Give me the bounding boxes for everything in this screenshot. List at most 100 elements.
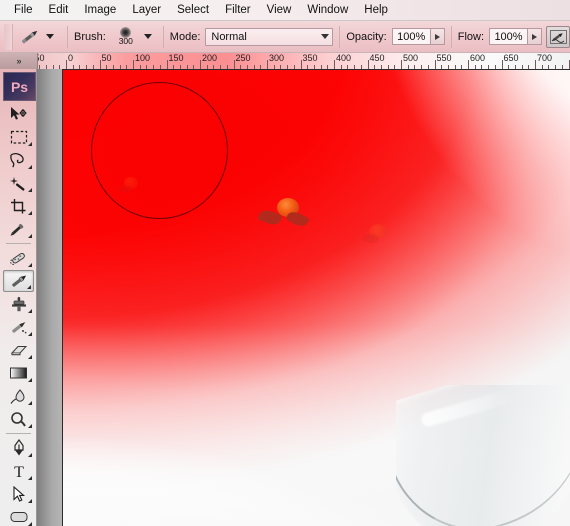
rose-ornament-faint bbox=[118, 174, 145, 196]
menu-item-file[interactable]: File bbox=[6, 0, 41, 20]
wine-glass bbox=[396, 385, 570, 526]
ruler-label: 700 bbox=[537, 53, 553, 63]
menu-item-filter[interactable]: Filter bbox=[217, 0, 259, 20]
lasso-icon bbox=[10, 152, 24, 167]
tool-blur[interactable] bbox=[3, 385, 34, 407]
rose-ornament-center bbox=[257, 198, 310, 232]
photoshop-window: File Edit Image Layer Select Filter View… bbox=[0, 0, 570, 526]
gradient-icon bbox=[10, 367, 27, 379]
ruler-label: 300 bbox=[269, 53, 285, 63]
divider-1 bbox=[67, 25, 68, 48]
flyout-triangle bbox=[28, 424, 32, 428]
crop-icon bbox=[10, 198, 25, 213]
eraser-icon bbox=[10, 345, 27, 355]
tool-type[interactable]: T bbox=[3, 460, 34, 482]
ruler-label: 0 bbox=[68, 53, 74, 63]
ruler-label: 250 bbox=[235, 53, 251, 63]
menu-item-select[interactable]: Select bbox=[169, 0, 217, 20]
rounded-rectangle-icon bbox=[10, 512, 27, 522]
ruler-label: 50 bbox=[101, 53, 112, 63]
flyout-triangle bbox=[28, 401, 32, 405]
tool-eraser[interactable] bbox=[3, 339, 34, 361]
chevron-down-icon-preset[interactable] bbox=[46, 34, 54, 39]
path-selection-arrow-icon bbox=[12, 485, 25, 502]
tool-move[interactable] bbox=[3, 103, 34, 125]
blend-mode-select[interactable]: Normal bbox=[205, 27, 334, 46]
brush-preset-preview[interactable]: 300 bbox=[111, 24, 141, 50]
flyout-triangle bbox=[28, 522, 32, 526]
ruler-corner[interactable]: » bbox=[0, 53, 38, 69]
tool-history-brush[interactable] bbox=[3, 316, 34, 338]
flyout-triangle bbox=[28, 263, 32, 267]
tool-eyedropper[interactable] bbox=[3, 218, 34, 240]
tool-magic-wand[interactable] bbox=[3, 172, 34, 194]
tool-healing-brush[interactable] bbox=[3, 247, 34, 269]
ruler-label: 650 bbox=[503, 53, 519, 63]
flyout-triangle bbox=[28, 453, 32, 457]
tool-rectangular-marquee[interactable] bbox=[3, 126, 34, 148]
flyout-triangle bbox=[28, 332, 32, 336]
rectangular-marquee-icon bbox=[10, 130, 27, 144]
tool-lasso[interactable] bbox=[3, 149, 34, 171]
chevron-down-icon-brush[interactable] bbox=[143, 34, 152, 39]
tool-pen[interactable] bbox=[3, 437, 34, 459]
menu-item-help[interactable]: Help bbox=[356, 0, 396, 20]
menu-item-window[interactable]: Window bbox=[299, 0, 356, 20]
ruler-label: 150 bbox=[168, 53, 184, 63]
document-workspace[interactable] bbox=[37, 69, 570, 526]
history-brush-icon bbox=[11, 322, 26, 334]
flow-slider-arrow[interactable] bbox=[527, 28, 543, 45]
artwork bbox=[63, 70, 570, 526]
opacity-field[interactable]: 100% bbox=[391, 28, 445, 45]
flyout-triangle bbox=[28, 188, 32, 192]
canvas-left-gutter bbox=[37, 69, 62, 526]
menu-item-layer[interactable]: Layer bbox=[124, 0, 169, 20]
flyout-triangle bbox=[28, 234, 32, 238]
eyedropper-icon bbox=[10, 223, 24, 236]
ruler-label: 400 bbox=[336, 53, 352, 63]
airbrush-toggle-button[interactable] bbox=[546, 25, 570, 48]
menu-bar: File Edit Image Layer Select Filter View… bbox=[0, 0, 570, 21]
mode-label: Mode: bbox=[169, 30, 201, 43]
ruler-label: 200 bbox=[202, 53, 218, 63]
ruler-label: 450 bbox=[369, 53, 385, 63]
tool-gradient[interactable] bbox=[3, 362, 34, 384]
flow-value[interactable]: 100% bbox=[489, 28, 528, 45]
tool-options-bar: Brush: 300 Mode: Normal Opacity: 100% Fl… bbox=[0, 21, 570, 53]
tool-preset-picker[interactable] bbox=[15, 24, 61, 50]
menu-item-image[interactable]: Image bbox=[76, 0, 124, 20]
blend-mode-value: Normal bbox=[211, 30, 247, 43]
dodge-icon bbox=[11, 411, 26, 426]
flyout-triangle bbox=[28, 378, 32, 382]
tools-panel: Ps T bbox=[0, 69, 37, 526]
tool-shape[interactable] bbox=[3, 506, 34, 526]
opacity-slider-arrow[interactable] bbox=[429, 28, 445, 45]
ruler-label: 100 bbox=[135, 53, 151, 63]
options-bar-grip[interactable] bbox=[4, 23, 13, 50]
flyout-triangle bbox=[28, 165, 32, 169]
tool-brush[interactable] bbox=[3, 270, 34, 292]
divider-4 bbox=[450, 25, 452, 48]
airbrush-icon bbox=[549, 29, 567, 44]
horizontal-ruler[interactable]: » 50 0 50 100 150 200 250 300 350 400 450 500 550 600… bbox=[0, 53, 570, 70]
brush-label: Brush: bbox=[74, 30, 106, 43]
ruler-label: 350 bbox=[302, 53, 318, 63]
tool-clone-stamp[interactable] bbox=[3, 293, 34, 315]
magic-wand-icon bbox=[10, 176, 25, 191]
flow-label: Flow: bbox=[457, 30, 485, 43]
blur-smudge-icon bbox=[10, 388, 25, 404]
menu-item-edit[interactable]: Edit bbox=[41, 0, 77, 20]
flow-field[interactable]: 100% bbox=[489, 28, 543, 45]
menu-item-view[interactable]: View bbox=[259, 0, 300, 20]
flyout-triangle bbox=[28, 309, 32, 313]
tool-crop[interactable] bbox=[3, 195, 34, 217]
flyout-triangle bbox=[27, 285, 31, 289]
chevron-down-icon-mode bbox=[321, 34, 330, 39]
opacity-value[interactable]: 100% bbox=[391, 28, 430, 45]
tool-path-selection[interactable] bbox=[3, 483, 34, 505]
tool-dodge[interactable] bbox=[3, 408, 34, 430]
divider-3 bbox=[339, 25, 341, 48]
document-canvas[interactable] bbox=[62, 69, 570, 526]
rose-ornament-right bbox=[361, 222, 397, 248]
flyout-triangle bbox=[28, 355, 32, 359]
